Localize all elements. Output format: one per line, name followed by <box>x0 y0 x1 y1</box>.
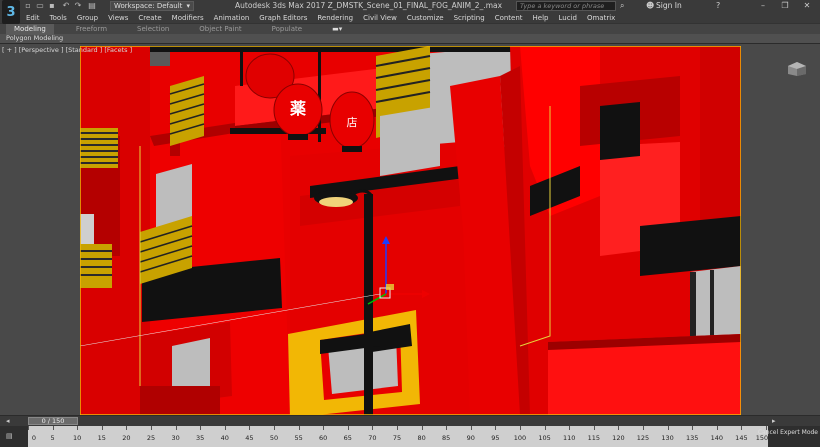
tick-label: 50 <box>269 434 279 442</box>
tick-label: 10 <box>73 434 82 442</box>
ribbon-panel-polygon-modeling[interactable]: Polygon Modeling <box>0 34 820 43</box>
tick-label: 35 <box>196 434 205 442</box>
tick-label: 80 <box>417 434 426 442</box>
menu-edit[interactable]: Edit <box>26 14 40 22</box>
tick-label: 125 <box>636 434 650 442</box>
workspace-label: Workspace: Default <box>114 2 183 10</box>
lantern-glyph-1: 薬 <box>289 99 307 118</box>
new-file-icon[interactable]: ▫ <box>24 1 32 10</box>
project-icon[interactable]: ▤ <box>88 1 96 10</box>
tick-label: 120 <box>612 434 625 442</box>
tick-label: 140 <box>710 434 724 442</box>
tick-label: 130 <box>661 434 674 442</box>
lantern-glyph-2: 店 <box>347 115 358 129</box>
sign-in-button[interactable]: Sign In <box>656 1 682 10</box>
tab-modeling[interactable]: Modeling <box>6 23 54 35</box>
tick-label: 75 <box>392 434 402 442</box>
track-bar-toggle-icon[interactable]: ▤ <box>6 432 13 440</box>
maximize-button[interactable]: ❐ <box>774 0 796 12</box>
window-title: Autodesk 3ds Max 2017 Z_DMSTK_Scene_01_F… <box>235 1 503 10</box>
cancel-expert-mode-button[interactable]: Cancel Expert Mode <box>758 429 818 436</box>
menu-scripting[interactable]: Scripting <box>454 14 485 22</box>
time-slider[interactable]: ◂ 0 / 150 ▸ <box>0 416 820 426</box>
tick-label: 5 <box>50 434 55 442</box>
ribbon-options-icon[interactable]: ▬▾ <box>324 24 350 35</box>
menu-group[interactable]: Group <box>77 14 98 22</box>
undo-icon[interactable]: ↶ <box>62 1 70 10</box>
timeline-prev-icon[interactable]: ◂ <box>6 417 10 425</box>
workspace-dropdown[interactable]: Workspace: Default ▾ <box>110 1 194 11</box>
tick-label: 70 <box>368 434 377 442</box>
menu-animation[interactable]: Animation <box>214 14 250 22</box>
tick-label: 40 <box>220 434 229 442</box>
left-balcony-slats <box>80 128 118 168</box>
search-input[interactable]: Type a keyword or phrase <box>516 1 616 11</box>
menu-help[interactable]: Help <box>533 14 549 22</box>
tick-label: 135 <box>685 434 699 442</box>
tick-label: 55 <box>294 434 303 442</box>
time-slider-thumb[interactable]: 0 / 150 <box>28 417 78 425</box>
tick-label: 90 <box>466 434 475 442</box>
menu-lucid[interactable]: Lucid <box>559 14 577 22</box>
tick-label: 95 <box>491 434 500 442</box>
viewcube-icon[interactable] <box>786 60 808 76</box>
minimize-button[interactable]: – <box>752 0 774 12</box>
tick-label: 30 <box>171 434 180 442</box>
tick-label: 25 <box>146 434 156 442</box>
tab-object-paint[interactable]: Object Paint <box>191 24 249 35</box>
user-icon: ☻ <box>646 1 655 10</box>
track-bar[interactable]: ▤ 0 5 10 15 20 25 30 35 40 45 50 55 60 6… <box>0 426 820 447</box>
tab-selection[interactable]: Selection <box>129 24 177 35</box>
menu-rendering[interactable]: Rendering <box>317 14 353 22</box>
tab-populate[interactable]: Populate <box>264 24 310 35</box>
save-icon[interactable]: ▪ <box>48 1 56 10</box>
menu-content[interactable]: Content <box>495 14 523 22</box>
chevron-down-icon: ▾ <box>186 2 190 10</box>
menu-modifiers[interactable]: Modifiers <box>172 14 204 22</box>
left-low-slats <box>80 244 112 288</box>
help-icon[interactable]: ? <box>716 1 720 10</box>
menu-civil-view[interactable]: Civil View <box>363 14 397 22</box>
tick-label: 105 <box>538 434 551 442</box>
redo-icon[interactable]: ↷ <box>74 1 82 10</box>
tick-label: 20 <box>122 434 131 442</box>
app-logo-icon[interactable]: 3 <box>2 0 20 24</box>
menu-omatrix[interactable]: Omatrix <box>587 14 615 22</box>
binoculars-icon[interactable]: ⌕ <box>620 1 624 11</box>
close-button[interactable]: ✕ <box>796 0 818 12</box>
viewport-area: [ + ] [Perspective ] [Standard ] [Facets… <box>0 44 820 415</box>
menu-create[interactable]: Create <box>138 14 161 22</box>
ribbon-tabs: Modeling Freeform Selection Object Paint… <box>0 23 820 35</box>
tick-label: 85 <box>442 434 451 442</box>
open-file-icon[interactable]: ▭ <box>36 1 44 10</box>
upper-balcony-slats <box>169 76 205 146</box>
timeline-next-icon[interactable]: ▸ <box>772 417 776 425</box>
menu-graph-editors[interactable]: Graph Editors <box>259 14 307 22</box>
title-bar: 3 ▫ ▭ ▪ ↶ ↷ ▤ Workspace: Default ▾ Autod… <box>0 0 820 24</box>
tick-label: 145 <box>735 434 748 442</box>
scene-render: 薬 店 <box>80 46 741 415</box>
tick-label: 110 <box>562 434 576 442</box>
tab-freeform[interactable]: Freeform <box>68 24 115 35</box>
tick-label: 100 <box>513 434 527 442</box>
tick-label: 65 <box>343 434 352 442</box>
tick-label: 0 <box>31 434 37 442</box>
tick-label: 15 <box>97 434 106 442</box>
tick-label: 115 <box>587 434 601 442</box>
tick-label: 60 <box>319 434 328 442</box>
menu-bar: Edit Tools Group Views Create Modifiers … <box>0 12 820 23</box>
tick-label: 45 <box>245 434 254 442</box>
menu-tools[interactable]: Tools <box>50 14 67 22</box>
perspective-viewport[interactable]: 薬 店 <box>80 46 741 415</box>
viewport-label-menu[interactable]: [ + ] [Perspective ] [Standard ] [Facets… <box>2 46 132 54</box>
menu-customize[interactable]: Customize <box>407 14 444 22</box>
menu-views[interactable]: Views <box>108 14 128 22</box>
track-ruler[interactable]: 0 5 10 15 20 25 30 35 40 45 50 55 60 65 … <box>28 426 768 447</box>
